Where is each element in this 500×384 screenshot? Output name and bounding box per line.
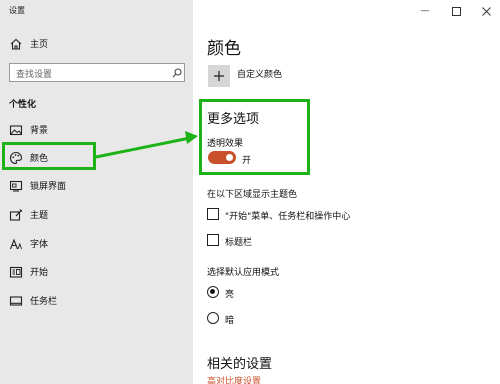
annotation-arrow (95, 131, 198, 159)
